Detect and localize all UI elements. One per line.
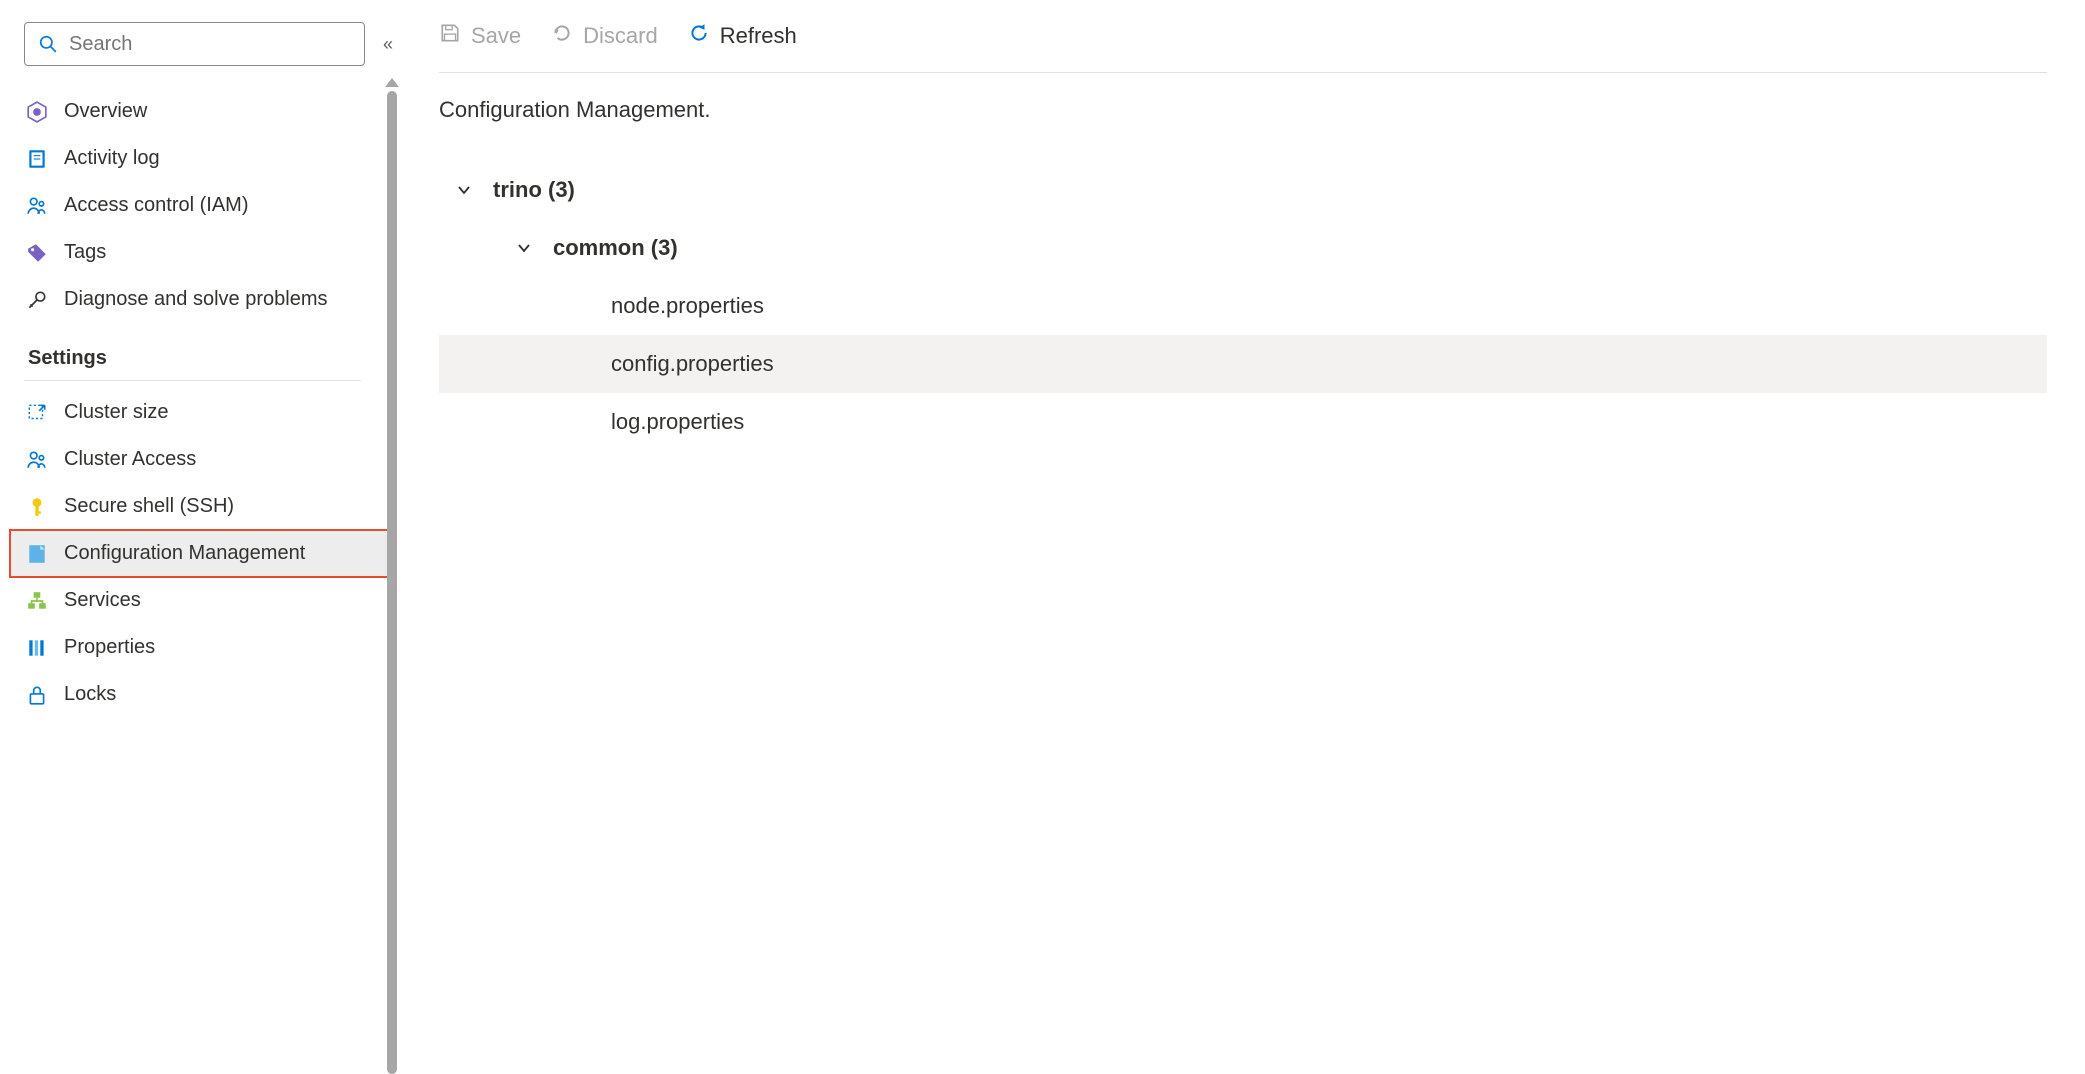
chevron-down-icon <box>455 182 473 198</box>
tree-leaf-node-properties[interactable]: node.properties <box>439 277 2047 335</box>
discard-icon <box>551 22 573 50</box>
sidebar-item-label: Cluster Access <box>64 448 196 471</box>
sidebar-scrollbar[interactable] <box>387 78 397 1074</box>
sidebar-item-cluster-size[interactable]: Cluster size <box>24 389 395 436</box>
tree-leaf-label: log.properties <box>611 409 744 435</box>
scroll-thumb[interactable] <box>387 91 397 1074</box>
save-label: Save <box>471 23 521 49</box>
lock-icon <box>26 684 48 706</box>
access-control-icon <box>26 195 48 217</box>
sidebar-item-activity-log[interactable]: Activity log <box>24 135 395 182</box>
refresh-label: Refresh <box>720 23 797 49</box>
sidebar-item-properties[interactable]: Properties <box>24 624 395 671</box>
sidebar: « Overview Activity log Access control (… <box>0 0 395 1074</box>
discard-label: Discard <box>583 23 658 49</box>
sidebar-item-label: Diagnose and solve problems <box>64 288 328 311</box>
tree-leaf-label: config.properties <box>611 351 774 377</box>
sidebar-item-label: Configuration Management <box>64 542 305 565</box>
activity-log-icon <box>26 148 48 170</box>
tree-leaf-config-properties[interactable]: config.properties <box>439 335 2047 393</box>
tree-node-label: trino (3) <box>493 177 575 203</box>
sidebar-item-label: Cluster size <box>64 401 168 424</box>
page-subtitle: Configuration Management. <box>439 97 2047 123</box>
overview-icon <box>26 101 48 123</box>
save-button[interactable]: Save <box>439 22 521 50</box>
properties-icon <box>26 637 48 659</box>
sidebar-item-overview[interactable]: Overview <box>24 88 395 135</box>
sidebar-item-secure-shell[interactable]: Secure shell (SSH) <box>24 483 395 530</box>
main-pane: Save Discard Refresh Configuration Manag… <box>395 0 2085 1074</box>
tree-leaf-log-properties[interactable]: log.properties <box>439 393 2047 451</box>
discard-button[interactable]: Discard <box>551 22 658 50</box>
sidebar-item-diagnose[interactable]: Diagnose and solve problems <box>24 276 395 323</box>
search-box[interactable] <box>24 22 365 66</box>
services-icon <box>26 590 48 612</box>
refresh-icon <box>688 22 710 50</box>
diagnose-icon <box>26 289 48 311</box>
toolbar: Save Discard Refresh <box>439 22 2047 73</box>
sidebar-item-tags[interactable]: Tags <box>24 229 395 276</box>
sidebar-item-access-control[interactable]: Access control (IAM) <box>24 182 395 229</box>
sidebar-item-label: Secure shell (SSH) <box>64 495 234 518</box>
collapse-sidebar-icon[interactable]: « <box>383 34 387 55</box>
search-input[interactable] <box>69 33 352 56</box>
sidebar-item-label: Activity log <box>64 147 160 170</box>
sidebar-item-label: Properties <box>64 636 155 659</box>
sidebar-search-row: « <box>24 22 395 66</box>
scroll-up-arrow-icon[interactable] <box>385 78 399 87</box>
config-tree: trino (3) common (3) node.properties con… <box>439 161 2047 451</box>
cluster-access-icon <box>26 449 48 471</box>
sidebar-section-settings: Settings <box>24 323 361 381</box>
tree-node-common[interactable]: common (3) <box>439 219 2047 277</box>
sidebar-item-label: Tags <box>64 241 106 264</box>
sidebar-item-label: Overview <box>64 100 147 123</box>
tree-node-trino[interactable]: trino (3) <box>439 161 2047 219</box>
cluster-size-icon <box>26 402 48 424</box>
save-icon <box>439 22 461 50</box>
sidebar-nav: Overview Activity log Access control (IA… <box>24 88 395 1074</box>
refresh-button[interactable]: Refresh <box>688 22 797 50</box>
sidebar-item-configuration-management[interactable]: Configuration Management <box>10 530 389 577</box>
sidebar-item-services[interactable]: Services <box>24 577 395 624</box>
tree-node-label: common (3) <box>553 235 678 261</box>
sidebar-item-locks[interactable]: Locks <box>24 671 395 718</box>
tree-leaf-label: node.properties <box>611 293 764 319</box>
sidebar-item-cluster-access[interactable]: Cluster Access <box>24 436 395 483</box>
sidebar-item-label: Locks <box>64 683 116 706</box>
search-icon <box>37 33 59 55</box>
key-icon <box>26 496 48 518</box>
config-file-icon <box>26 543 48 565</box>
chevron-down-icon <box>515 240 533 256</box>
sidebar-item-label: Access control (IAM) <box>64 194 248 217</box>
tags-icon <box>26 242 48 264</box>
sidebar-item-label: Services <box>64 589 141 612</box>
